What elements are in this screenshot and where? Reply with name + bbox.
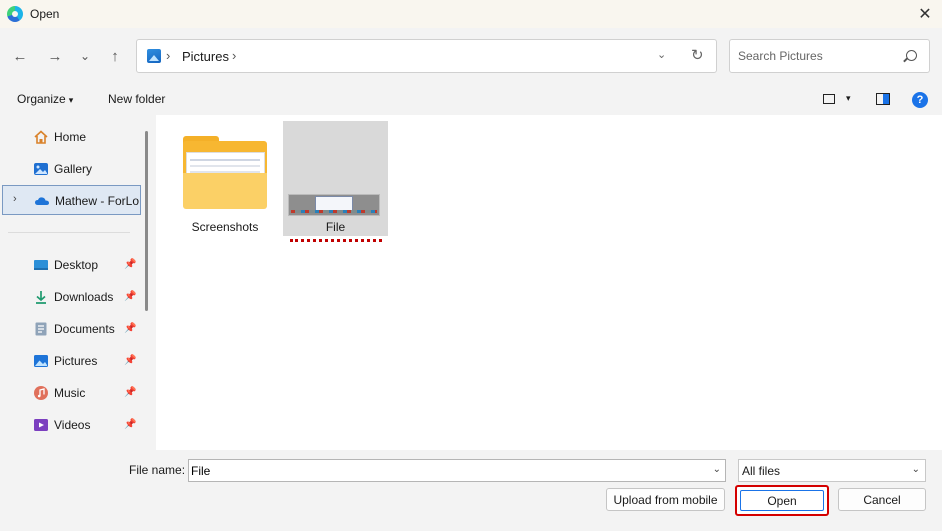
preview-pane-icon[interactable] [876, 93, 890, 105]
file-list: Screenshots File [156, 115, 942, 450]
address-dropdown-icon[interactable]: ⌄ [657, 48, 666, 61]
refresh-icon[interactable]: ↻ [691, 46, 704, 64]
window-title: Open [30, 7, 60, 21]
sidebar-item-desktop[interactable]: Desktop 📌 [0, 251, 140, 279]
file-type-select[interactable]: All files ⌄ [738, 459, 926, 482]
sidebar-divider [8, 232, 130, 233]
upload-from-mobile-button[interactable]: Upload from mobile [606, 488, 725, 511]
file-name-label: File [325, 220, 346, 234]
file-name-label: Screenshots [191, 220, 259, 234]
file-item-file[interactable]: File [283, 121, 388, 236]
music-icon [34, 386, 48, 400]
pin-icon[interactable]: 📌 [124, 355, 136, 366]
thumbnail-strip [291, 210, 377, 213]
pin-icon[interactable]: 📌 [124, 387, 136, 398]
file-name-combobox[interactable]: ⌄ [188, 459, 726, 482]
red-dotted-annotation [290, 239, 382, 242]
title-bar: Open ✕ [0, 0, 942, 28]
search-box[interactable] [729, 39, 930, 73]
sidebar-item-label: Mathew - ForLo [55, 194, 139, 208]
back-arrow-icon[interactable]: ← [9, 45, 31, 67]
sidebar-item-videos[interactable]: Videos 📌 [0, 411, 140, 439]
folder-icon-front [183, 173, 267, 209]
chevron-right-icon[interactable]: › [232, 48, 236, 63]
sidebar-item-gallery[interactable]: Gallery [0, 155, 140, 183]
command-bar: Organize ▾ New folder ▾ ? [0, 84, 942, 115]
videos-icon [34, 419, 48, 431]
open-button-label: Open [740, 490, 824, 511]
forward-arrow-icon[interactable]: → [44, 45, 66, 67]
onedrive-cloud-icon [35, 197, 49, 205]
pin-icon[interactable]: 📌 [124, 419, 136, 430]
pin-icon[interactable]: 📌 [124, 323, 136, 334]
view-layout-icon[interactable] [823, 94, 835, 104]
search-icon[interactable] [906, 50, 917, 61]
caret-down-icon: ▾ [68, 95, 74, 105]
desktop-icon [34, 260, 48, 270]
new-folder-button[interactable]: New folder [108, 92, 165, 106]
cancel-button[interactable]: Cancel [838, 488, 926, 511]
chevron-right-icon[interactable]: › [166, 48, 170, 63]
pictures-icon [34, 355, 48, 367]
sidebar-item-music[interactable]: Music 📌 [0, 379, 140, 407]
chevron-down-icon[interactable]: ⌄ [912, 464, 920, 475]
home-icon [34, 130, 48, 144]
breadcrumb-pictures[interactable]: Pictures [182, 49, 229, 64]
address-bar[interactable]: › Pictures › ⌄ ↻ [136, 39, 717, 73]
organize-button[interactable]: Organize ▾ [17, 92, 73, 106]
dialog-footer: File name: ⌄ All files ⌄ Upload from mob… [0, 450, 942, 531]
sidebar-scrollbar[interactable] [145, 131, 148, 311]
sidebar-item-label: Gallery [54, 162, 93, 176]
image-thumbnail [288, 194, 380, 216]
pin-icon[interactable]: 📌 [124, 291, 136, 302]
organize-label: Organize [17, 92, 66, 106]
gallery-icon [34, 163, 48, 175]
sidebar-item-home[interactable]: Home [0, 123, 140, 151]
close-icon[interactable]: ✕ [908, 0, 942, 28]
sidebar-item-onedrive[interactable]: › Mathew - ForLo [2, 185, 141, 215]
folder-item-screenshots[interactable]: Screenshots [179, 121, 271, 236]
recent-locations-chevron-icon[interactable]: ⌄ [74, 45, 96, 67]
pin-icon[interactable]: 📌 [124, 259, 136, 270]
download-icon [36, 291, 46, 304]
pictures-icon [147, 49, 161, 63]
help-icon[interactable]: ? [912, 92, 928, 108]
search-input[interactable] [738, 49, 898, 63]
file-name-label: File name: [129, 463, 186, 477]
sidebar-item-label: Home [54, 130, 87, 144]
file-type-value: All files [742, 464, 781, 478]
chevron-down-icon[interactable]: ⌄ [713, 464, 721, 475]
sidebar-item-downloads[interactable]: Downloads 📌 [0, 283, 140, 311]
view-options-caret-icon[interactable]: ▾ [846, 93, 851, 104]
navigation-pane: Home Gallery › Mathew - ForLo Desktop 📌 … [0, 115, 155, 450]
up-arrow-icon[interactable]: ↑ [104, 45, 126, 67]
open-button[interactable]: Open [735, 485, 829, 516]
sidebar-item-pictures[interactable]: Pictures 📌 [0, 347, 140, 375]
file-name-input[interactable] [191, 464, 691, 478]
edge-icon [7, 6, 23, 22]
navigation-bar: ← → ⌄ ↑ › Pictures › ⌄ ↻ [0, 28, 942, 84]
sidebar-item-documents[interactable]: Documents 📌 [0, 315, 140, 343]
documents-icon [35, 322, 47, 336]
expand-chevron-icon[interactable]: › [13, 193, 17, 205]
